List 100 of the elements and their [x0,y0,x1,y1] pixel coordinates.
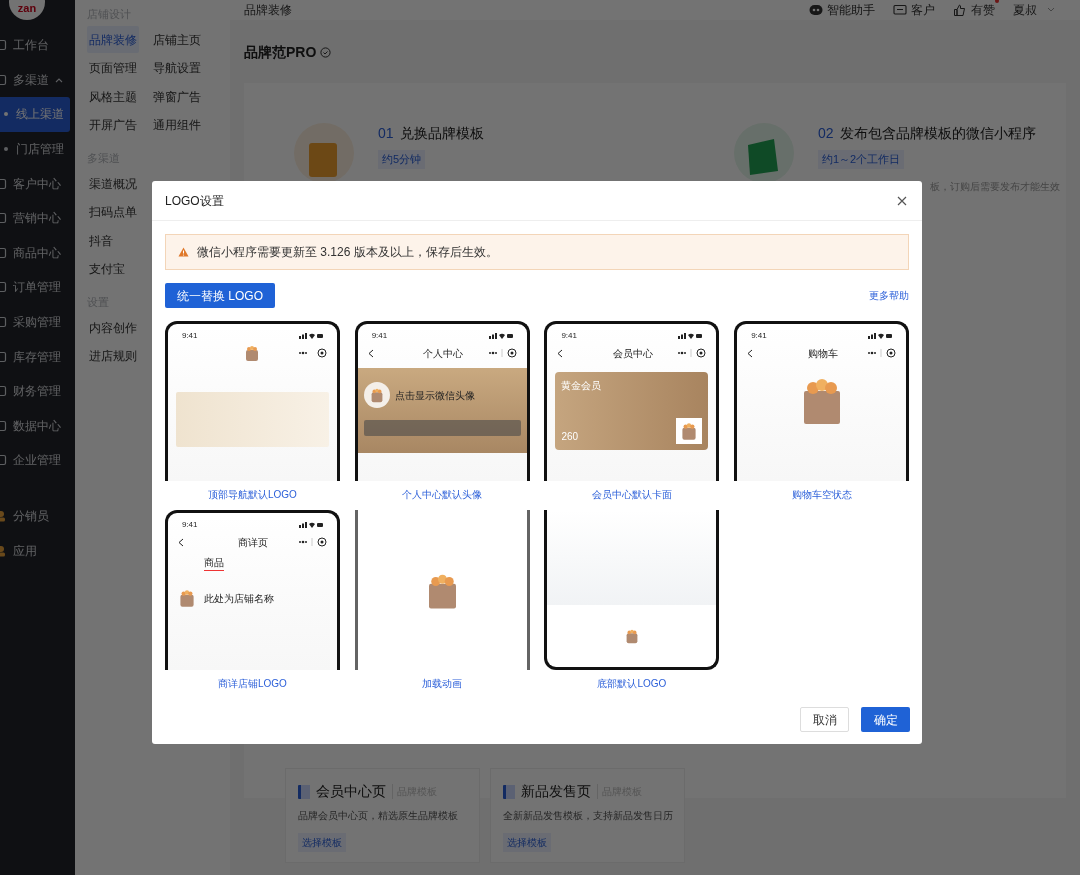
status-icons [488,332,513,339]
subnav-item[interactable]: 进店规则 [87,342,139,370]
page-title: 品牌范PRO [244,43,317,62]
capsule-icons [296,537,327,547]
brand-logo: zan [9,0,45,20]
sidebar-subitem[interactable]: 线上渠道 [0,97,70,132]
preview-label[interactable]: 加载动画 [422,676,463,691]
alert-text: 微信小程序需要更新至 3.126 版本及以上，保存后生效。 [197,244,498,261]
like-button[interactable]: 有赞 [953,1,995,19]
assistant-button[interactable]: 智能助手 [809,1,875,19]
subnav-item[interactable]: 内容创作 [87,314,139,341]
capsule-icons [296,348,327,358]
screen-title: 会员中心 [612,346,653,361]
step-number: 02 [818,124,834,143]
preview-label[interactable]: 购物车空状态 [791,487,852,502]
caret-icon [1047,7,1055,13]
subnav-item[interactable]: 品牌装修 [87,26,139,53]
sidebar-item[interactable]: 商品中心 [0,235,75,271]
preview-label[interactable]: 会员中心默认卡面 [591,487,672,502]
subnav-item[interactable]: 通用组件 [151,111,203,139]
sidebar-item[interactable]: 企业管理 [0,443,75,478]
book-icon [503,784,515,799]
step-title: 发布包含品牌模板的微信小程序 [839,124,1036,143]
status-time: 9:41 [181,518,198,531]
sidebar-item[interactable]: 分销员 [0,498,75,534]
preview-label[interactable]: 商详店铺LOGO [217,676,287,691]
sidebar-item[interactable]: 库存管理 [0,339,75,374]
assistant-icon [809,4,823,16]
screen-title: 个人中心 [423,346,464,361]
product-tab[interactable]: 商品 [203,555,224,571]
sidebar-item[interactable]: 客户中心 [0,166,75,201]
subnav-item[interactable]: 支付宝 [87,255,139,283]
breadcrumb: 品牌装修 [244,2,292,19]
card-title: 新品发售页 [521,782,591,801]
sidebar-item[interactable]: 多渠道 [0,62,75,98]
chat-icon [893,4,907,16]
confirm-button[interactable]: 确定 [861,707,910,732]
select-template-button[interactable]: 选择模板 [503,833,551,852]
subnav-item[interactable]: 抖音 [87,227,139,254]
duration-tag: 约1～2个工作日 [818,150,905,169]
bullet-icon [4,147,8,152]
like-icon [953,4,967,16]
screen-title: 商详页 [238,535,269,550]
subnav-item[interactable]: 弹窗广告 [151,83,203,110]
screen-title: 购物车 [807,346,838,361]
user-button[interactable]: 夏叔 [1013,1,1055,19]
sidebar-item[interactable]: 财务管理 [0,373,75,409]
close-icon [897,195,907,206]
sidebar-item[interactable]: 采购管理 [0,304,75,340]
step-title: 兑换品牌模板 [399,124,484,143]
card-points: 260 [561,430,579,444]
subnav-item[interactable]: 页面管理 [87,54,139,82]
sidebar-item[interactable]: 工作台 [0,28,75,63]
preview-label[interactable]: 底部默认LOGO [597,676,667,691]
capsule-icons [486,348,517,358]
capsule-icons [866,348,897,358]
back-icon [177,537,184,547]
status-time: 9:41 [371,329,388,342]
card-title: 会员中心页 [316,782,386,801]
subnav-item[interactable]: 渠道概况 [87,170,139,197]
subnav-item[interactable]: 店铺主页 [151,26,203,53]
status-icons [868,332,893,339]
step-number: 01 [378,124,394,143]
back-icon [557,348,564,358]
status-icons [298,332,323,339]
sidebar-subitem[interactable]: 门店管理 [0,131,75,167]
select-template-button[interactable]: 选择模板 [298,833,346,852]
subnav-item[interactable]: 开屏广告 [87,111,139,139]
circle-check-icon [320,47,332,58]
card-description: 品牌会员中心页，精选原生品牌模板 [298,809,459,823]
capsule-icons [676,348,707,358]
preview-label[interactable]: 顶部导航默认LOGO [207,487,297,502]
back-icon [747,348,754,358]
preview-label[interactable]: 个人中心默认头像 [402,487,483,502]
subnav-item[interactable]: 风格主题 [87,83,139,110]
sidebar-item[interactable]: 订单管理 [0,270,75,305]
cancel-button[interactable]: 取消 [800,707,849,732]
profile-prompt: 点击显示微信头像 [394,388,475,403]
card-description: 全新新品发售模板，支持新品发售日历 [503,809,672,823]
chat-button[interactable]: 客户 [893,1,935,19]
subnav-item[interactable]: 导航设置 [151,54,203,82]
replace-logo-button[interactable]: 统一替换 LOGO [165,283,275,308]
status-time: 9:41 [751,329,767,342]
status-time: 9:41 [561,329,577,342]
card-level: 黄金会员 [561,379,603,393]
subnav-item[interactable]: 扫码点单 [87,198,139,226]
sidebar-item[interactable]: 数据中心 [0,408,75,444]
bullet-icon [4,112,8,117]
duration-tag: 约5分钟 [378,150,426,169]
help-link[interactable]: 更多帮助 [869,288,909,303]
book-icon [298,784,310,799]
sidebar-item[interactable]: 营销中心 [0,200,75,236]
status-time: 9:41 [181,329,198,342]
sidebar-item[interactable]: 应用 [0,533,75,568]
dialog-title: LOGO设置 [165,192,224,210]
store-name: 此处为店铺名称 [203,591,274,606]
warning-icon [178,247,189,257]
status-icons [678,332,703,339]
status-icons [298,521,323,528]
back-icon [367,348,374,358]
